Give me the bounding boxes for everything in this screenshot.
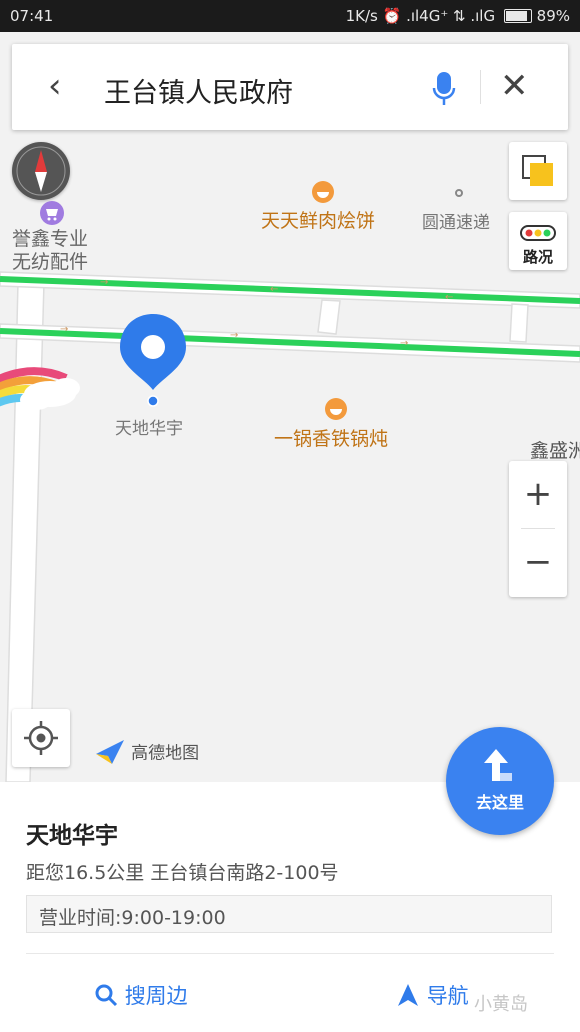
compass-needle: [16, 146, 66, 196]
search-query[interactable]: 王台镇人民政府: [104, 71, 293, 110]
search-icon: [95, 984, 118, 1007]
microphone-icon[interactable]: [432, 70, 456, 108]
svg-text:←: ←: [270, 284, 278, 295]
place-name: 天地华宇: [26, 823, 118, 849]
search-bar[interactable]: ‹ 王台镇人民政府 ✕: [12, 44, 568, 130]
zoom-out-button[interactable]: −: [509, 529, 567, 596]
traffic-button[interactable]: 路况: [509, 212, 567, 270]
layers-icon: [522, 155, 553, 186]
status-time: 07:41: [10, 7, 54, 25]
go-here-button[interactable]: 去这里: [446, 727, 554, 835]
route-arrow-icon: [484, 749, 512, 781]
battery-percent: 89%: [536, 7, 570, 25]
poi-shop-label[interactable]: 誉鑫专业 无纺配件: [12, 228, 88, 274]
traffic-label: 路况: [522, 248, 553, 266]
search-nearby-button[interactable]: 搜周边: [94, 980, 188, 1010]
amap-logo: 高德地图: [94, 736, 199, 766]
zoom-in-button[interactable]: +: [509, 461, 567, 528]
panel-divider: [26, 953, 554, 954]
shopping-cart-icon[interactable]: [40, 201, 64, 225]
navigate-label: 导航: [426, 984, 469, 1008]
business-hours: 营业时间:9:00-19:00: [26, 895, 552, 933]
restaurant-icon[interactable]: [312, 181, 334, 203]
poi-express-label[interactable]: 圆通速递: [422, 208, 490, 233]
poi-right-edge-label[interactable]: 鑫盛洲: [530, 436, 580, 463]
map-roads: → ← ← → → →: [0, 271, 580, 782]
go-here-label: 去这里: [475, 793, 524, 812]
svg-text:←: ←: [445, 292, 453, 303]
svg-text:→: →: [100, 277, 108, 288]
locate-me-button[interactable]: [12, 709, 70, 767]
status-indicators: 1K/s ⏰ .ıl4G⁺ ⇅ .ılG 89%: [346, 7, 570, 25]
poi-selected-label[interactable]: 天地华宇: [115, 414, 183, 439]
amap-logo-text: 高德地图: [131, 743, 200, 764]
map-view[interactable]: → ← ← → → →: [0, 32, 580, 782]
poi-restaurant1-label[interactable]: 天天鲜肉烩饼: [261, 206, 375, 233]
compass-icon[interactable]: [12, 142, 70, 200]
zoom-controls: + −: [509, 461, 567, 597]
bowl-glyph: [317, 192, 329, 198]
layers-button[interactable]: [509, 142, 567, 200]
navigation-arrow-icon: [398, 984, 418, 1006]
place-distance-address: 距您16.5公里 王台镇台南路2-100号: [26, 862, 339, 884]
express-dot-icon[interactable]: [455, 189, 463, 197]
svg-text:→: →: [400, 338, 408, 349]
status-signal-text: 1K/s ⏰ .ıl4G⁺ ⇅ .ılG: [345, 7, 496, 25]
bowl2-glyph: [330, 409, 342, 415]
search-nearby-label: 搜周边: [124, 984, 188, 1008]
back-arrow-icon[interactable]: ‹: [48, 68, 62, 104]
poi-restaurant2-label[interactable]: 一锅香铁锅炖: [274, 424, 388, 451]
watermark-text: 小黄岛: [474, 994, 528, 1015]
close-icon[interactable]: ✕: [500, 64, 529, 108]
status-bar: 07:41 1K/s ⏰ .ıl4G⁺ ⇅ .ılG 89%: [0, 0, 580, 32]
shopping-cart-glyph: [46, 209, 58, 221]
restaurant2-icon[interactable]: [325, 398, 347, 420]
crosshair-icon: [24, 721, 58, 755]
location-pin-icon[interactable]: [118, 312, 188, 412]
rainbow-decoration: [0, 367, 80, 410]
search-separator: [480, 70, 481, 104]
navigate-button[interactable]: 导航: [396, 980, 469, 1010]
battery-icon: [503, 9, 532, 23]
amap-logo-icon: [96, 740, 124, 764]
svg-text:→: →: [60, 324, 68, 335]
traffic-light-icon: [520, 225, 556, 241]
svg-text:→: →: [230, 330, 238, 341]
